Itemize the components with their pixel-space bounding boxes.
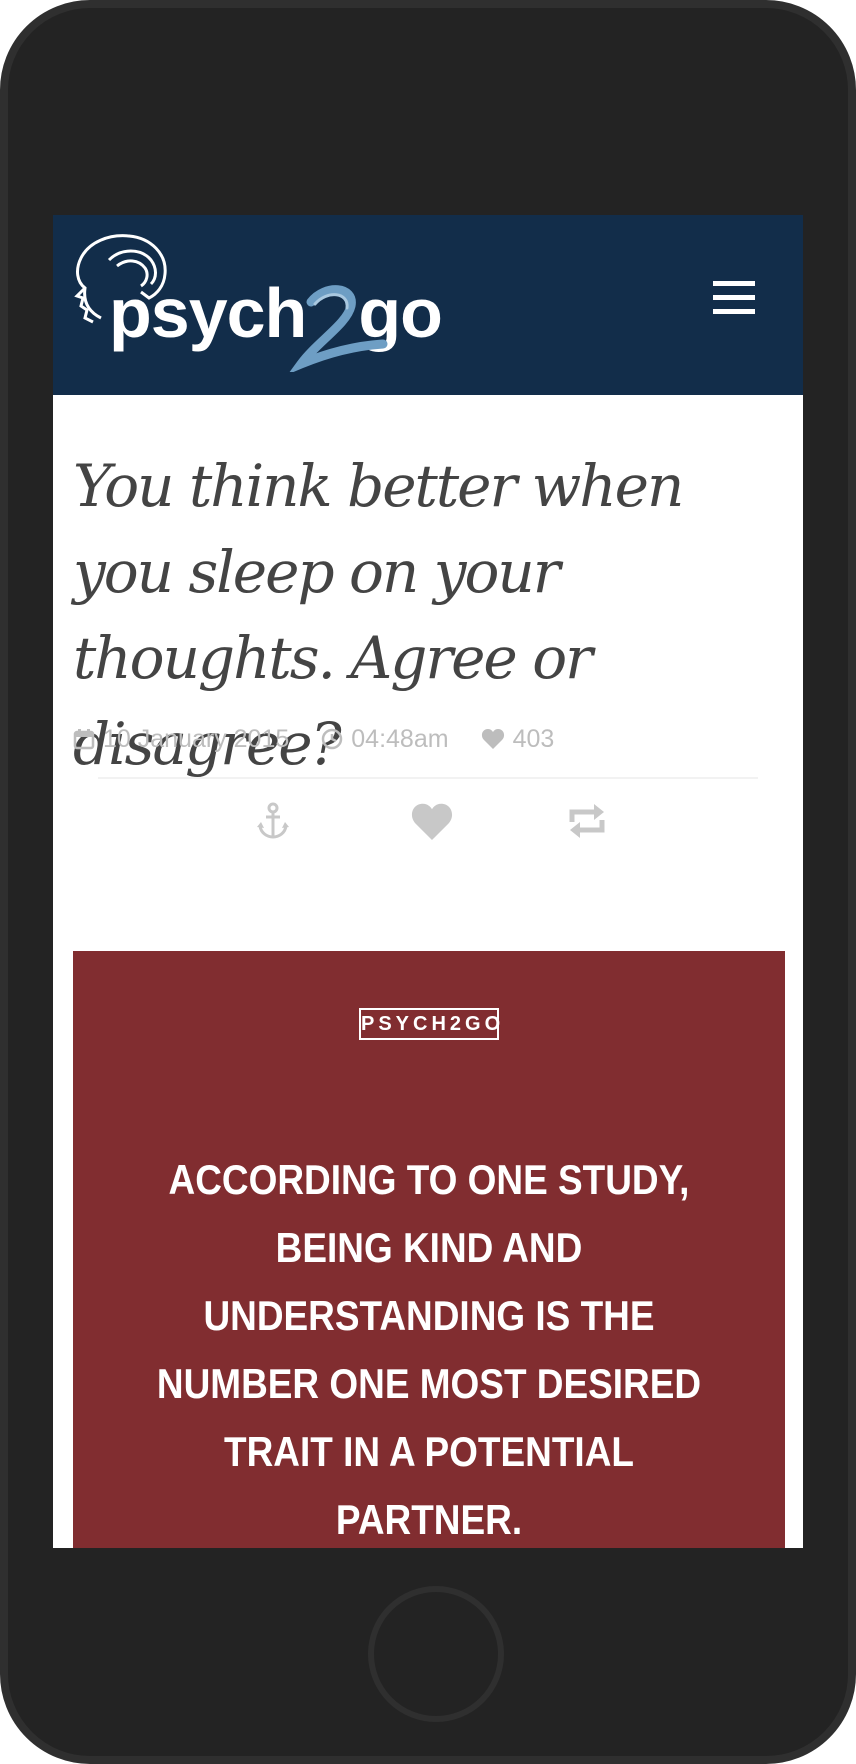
post-likes-count: 403 — [512, 724, 555, 753]
screen: psych go You think better when you sleep … — [53, 215, 803, 1548]
reblog-button[interactable] — [563, 797, 611, 845]
post-image[interactable]: PSYCH2GO According to one study, being k… — [73, 951, 785, 1548]
divider — [98, 777, 758, 779]
heart-icon — [411, 803, 453, 840]
like-button[interactable] — [408, 797, 456, 845]
menu-bar — [713, 295, 755, 300]
post-date-text: 10 January 2015 — [103, 724, 290, 753]
heart-icon — [481, 729, 504, 749]
quote-text: According to one study, being kind and u… — [156, 1156, 702, 1543]
post-time-text: 04:48am — [351, 724, 449, 753]
logo-text-left: psych — [109, 274, 307, 352]
menu-bar — [713, 309, 755, 314]
logo-wordmark: psych go — [109, 278, 443, 348]
anchor-icon — [257, 802, 289, 839]
menu-button[interactable] — [713, 281, 757, 321]
home-button[interactable] — [368, 1586, 504, 1722]
site-logo[interactable]: psych go — [71, 230, 451, 380]
post-time: 04:48am — [321, 724, 449, 754]
post-likes: 403 — [481, 724, 555, 754]
pin-button[interactable] — [249, 797, 297, 845]
clock-icon — [322, 728, 343, 750]
calendar-icon — [73, 729, 95, 750]
post-date: 10 January 2015 — [73, 725, 289, 754]
site-header: psych go — [53, 215, 803, 395]
post-meta: 10 January 2015 04:48am 403 — [73, 723, 586, 755]
reblog-icon — [569, 804, 605, 838]
psych2go-badge: PSYCH2GO — [359, 1008, 500, 1040]
brushstroke-two-icon — [289, 285, 388, 372]
menu-bar — [713, 281, 755, 286]
